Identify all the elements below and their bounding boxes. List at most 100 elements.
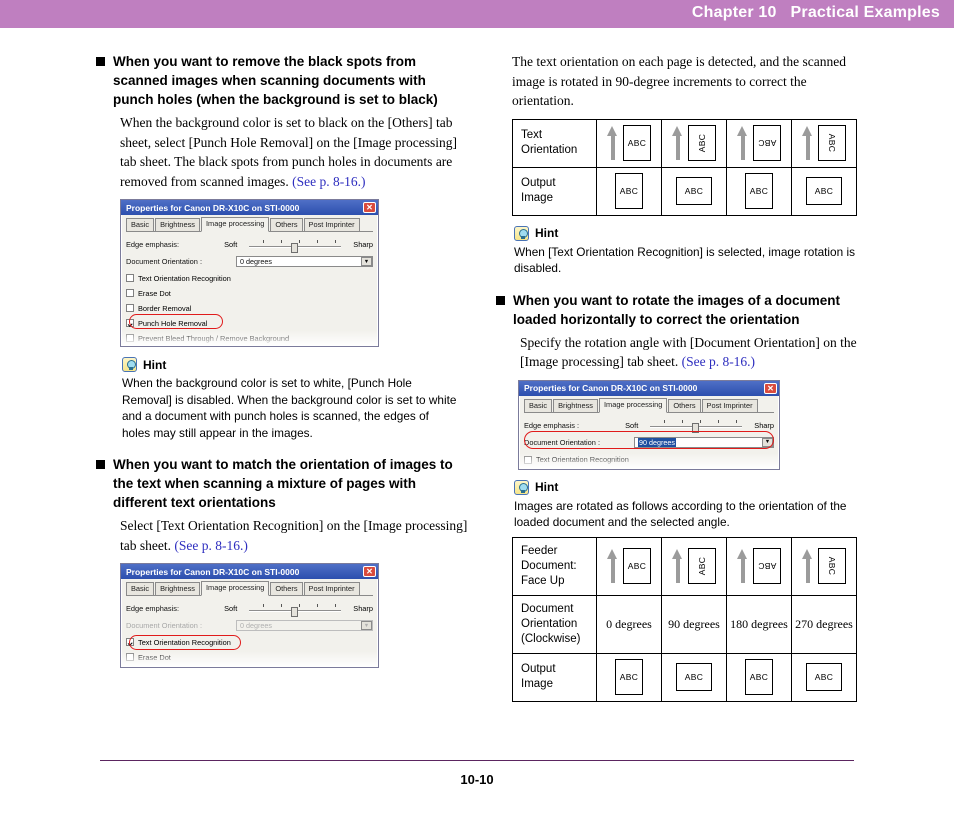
dialog-title-text: Properties for Canon DR-X10C on STI-0000 bbox=[126, 202, 300, 213]
page-thumbnail: ABC bbox=[745, 659, 773, 695]
checkbox-text-orientation-recognition[interactable]: Text Orientation Recognition bbox=[126, 273, 373, 283]
slider-sharp-label: Sharp bbox=[754, 420, 774, 430]
combobox-value: 0 degrees bbox=[240, 621, 272, 630]
page-thumbnail: ABC bbox=[688, 125, 716, 161]
slider-soft-label: Soft bbox=[625, 420, 639, 430]
tab-post-imprinter[interactable]: Post Imprinter bbox=[701, 398, 758, 412]
chevron-down-icon[interactable]: ▼ bbox=[361, 257, 372, 266]
page-text: ABC bbox=[826, 556, 837, 576]
hint-block-punch-hole: Hint When the background color is set to… bbox=[120, 357, 476, 441]
row-header: Feeder Document: Face Up bbox=[512, 536, 597, 596]
page-text: ABC bbox=[619, 672, 639, 682]
tab-basic[interactable]: Basic bbox=[126, 218, 155, 231]
highlight-oval-punch-hole-removal bbox=[129, 314, 223, 329]
slider-soft-label: Soft bbox=[224, 240, 238, 249]
table-cell: ABC bbox=[661, 652, 727, 702]
page-thumbnail: ABC bbox=[623, 125, 651, 161]
heading-text: When you want to rotate the images of a … bbox=[513, 292, 841, 327]
section-body-punch-hole: When the background color is set to blac… bbox=[120, 113, 470, 191]
edge-emphasis-label: Edge emphasis: bbox=[126, 240, 179, 249]
text-orientation-table: Text Orientation ABC ABC ABC ABC Output … bbox=[512, 118, 857, 216]
page-text: ABC bbox=[696, 133, 707, 153]
checkbox-box[interactable] bbox=[126, 304, 134, 312]
table-cell: ABC bbox=[661, 536, 727, 596]
table-cell: ABC bbox=[726, 536, 792, 596]
checkbox-label: Erase Dot bbox=[138, 288, 171, 298]
tab-brightness[interactable]: Brightness bbox=[155, 218, 200, 231]
up-arrow-icon bbox=[607, 549, 618, 583]
page-reference-link[interactable]: (See p. 8-16.) bbox=[174, 538, 247, 553]
slider-sharp-label: Sharp bbox=[353, 240, 373, 249]
tab-others[interactable]: Others bbox=[668, 398, 701, 412]
page-text: ABC bbox=[684, 672, 704, 682]
tab-image-processing[interactable]: Image processing bbox=[201, 217, 270, 232]
page-thumbnail: ABC bbox=[615, 659, 643, 695]
dialog-screenshot-punch-hole: Properties for Canon DR-X10C on STI-0000… bbox=[120, 199, 379, 347]
hint-label: Hint bbox=[535, 480, 559, 494]
page-text: ABC bbox=[749, 672, 769, 682]
tab-image-processing[interactable]: Image processing bbox=[599, 397, 668, 413]
page-reference-link[interactable]: (See p. 8-16.) bbox=[292, 174, 365, 189]
dialog-screenshot-text-orientation: Properties for Canon DR-X10C on STI-0000… bbox=[120, 563, 379, 668]
tab-basic[interactable]: Basic bbox=[126, 582, 155, 595]
lightbulb-icon bbox=[514, 225, 529, 241]
table-row: Document Orientation (Clockwise) 0 degre… bbox=[512, 594, 857, 654]
page-thumbnail: ABC bbox=[688, 548, 716, 584]
close-icon[interactable]: ✕ bbox=[363, 202, 376, 213]
edge-emphasis-slider[interactable] bbox=[249, 239, 342, 253]
dialog-title-bar: Properties for Canon DR-X10C on STI-0000… bbox=[121, 564, 378, 579]
tab-basic[interactable]: Basic bbox=[524, 398, 553, 412]
slider-thumb[interactable] bbox=[291, 242, 299, 253]
checkbox-border-removal[interactable]: Border Removal bbox=[126, 303, 373, 313]
page-thumbnail: ABC bbox=[753, 548, 781, 584]
page-thumbnail: ABC bbox=[818, 125, 846, 161]
page-thumbnail: ABC bbox=[745, 173, 773, 209]
lightbulb-icon bbox=[514, 479, 529, 495]
close-icon[interactable]: ✕ bbox=[363, 566, 376, 577]
close-icon[interactable]: ✕ bbox=[764, 382, 777, 394]
right-column: The text orientation on each page is det… bbox=[496, 52, 860, 702]
page-reference-link[interactable]: (See p. 8-16.) bbox=[682, 354, 755, 369]
tab-brightness[interactable]: Brightness bbox=[155, 582, 200, 595]
document-orientation-combobox[interactable]: 0 degrees ▼ bbox=[236, 256, 373, 267]
checkbox-label: Text Orientation Recognition bbox=[138, 273, 231, 283]
document-orientation-label: Document Orientation : bbox=[126, 257, 202, 266]
page-text: ABC bbox=[757, 138, 777, 148]
checkbox-box[interactable] bbox=[126, 274, 134, 282]
page-text: ABC bbox=[627, 561, 647, 571]
tab-post-imprinter[interactable]: Post Imprinter bbox=[303, 218, 360, 231]
tab-post-imprinter[interactable]: Post Imprinter bbox=[303, 582, 360, 595]
edge-emphasis-row: Edge emphasis: Soft Sharp bbox=[126, 603, 373, 617]
edge-emphasis-slider[interactable] bbox=[249, 603, 342, 617]
footer-rule bbox=[100, 760, 854, 761]
edge-emphasis-row: Edge emphasis : Soft Sharp bbox=[524, 420, 774, 433]
edge-emphasis-slider[interactable] bbox=[650, 420, 743, 433]
edge-emphasis-label: Edge emphasis: bbox=[126, 604, 179, 613]
edge-emphasis-row: Edge emphasis: Soft Sharp bbox=[126, 239, 373, 253]
heading-text: When you want to match the orientation o… bbox=[113, 457, 453, 510]
row-header: Output Image bbox=[512, 166, 597, 216]
up-arrow-icon bbox=[737, 549, 748, 583]
page-text: ABC bbox=[749, 186, 769, 196]
page-text: ABC bbox=[684, 186, 704, 196]
dialog-screenshot-document-orientation: Properties for Canon DR-X10C on STI-0000… bbox=[518, 379, 780, 470]
tab-others[interactable]: Others bbox=[270, 218, 303, 231]
row-header: Text Orientation bbox=[512, 118, 597, 168]
hint-body: When [Text Orientation Recognition] is s… bbox=[514, 244, 855, 276]
edge-emphasis-label: Edge emphasis : bbox=[524, 420, 580, 430]
tab-others[interactable]: Others bbox=[270, 582, 303, 595]
dialog-fade-edge bbox=[121, 330, 378, 346]
section-body-text-orientation: Select [Text Orientation Recognition] on… bbox=[120, 516, 470, 555]
highlight-oval-text-orientation bbox=[129, 635, 241, 650]
page-thumbnail: ABC bbox=[676, 663, 712, 691]
page-thumbnail: ABC bbox=[676, 177, 712, 205]
dialog-tabstrip: Basic Brightness Image processing Others… bbox=[126, 581, 373, 596]
tab-brightness[interactable]: Brightness bbox=[553, 398, 598, 412]
section-heading-punch-hole: When you want to remove the black spots … bbox=[96, 52, 476, 109]
tab-image-processing[interactable]: Image processing bbox=[201, 581, 270, 596]
slider-thumb[interactable] bbox=[291, 606, 299, 617]
checkbox-box[interactable] bbox=[126, 289, 134, 297]
page-thumbnail: ABC bbox=[806, 177, 842, 205]
hint-label: Hint bbox=[535, 226, 559, 240]
checkbox-erase-dot[interactable]: Erase Dot bbox=[126, 288, 373, 298]
